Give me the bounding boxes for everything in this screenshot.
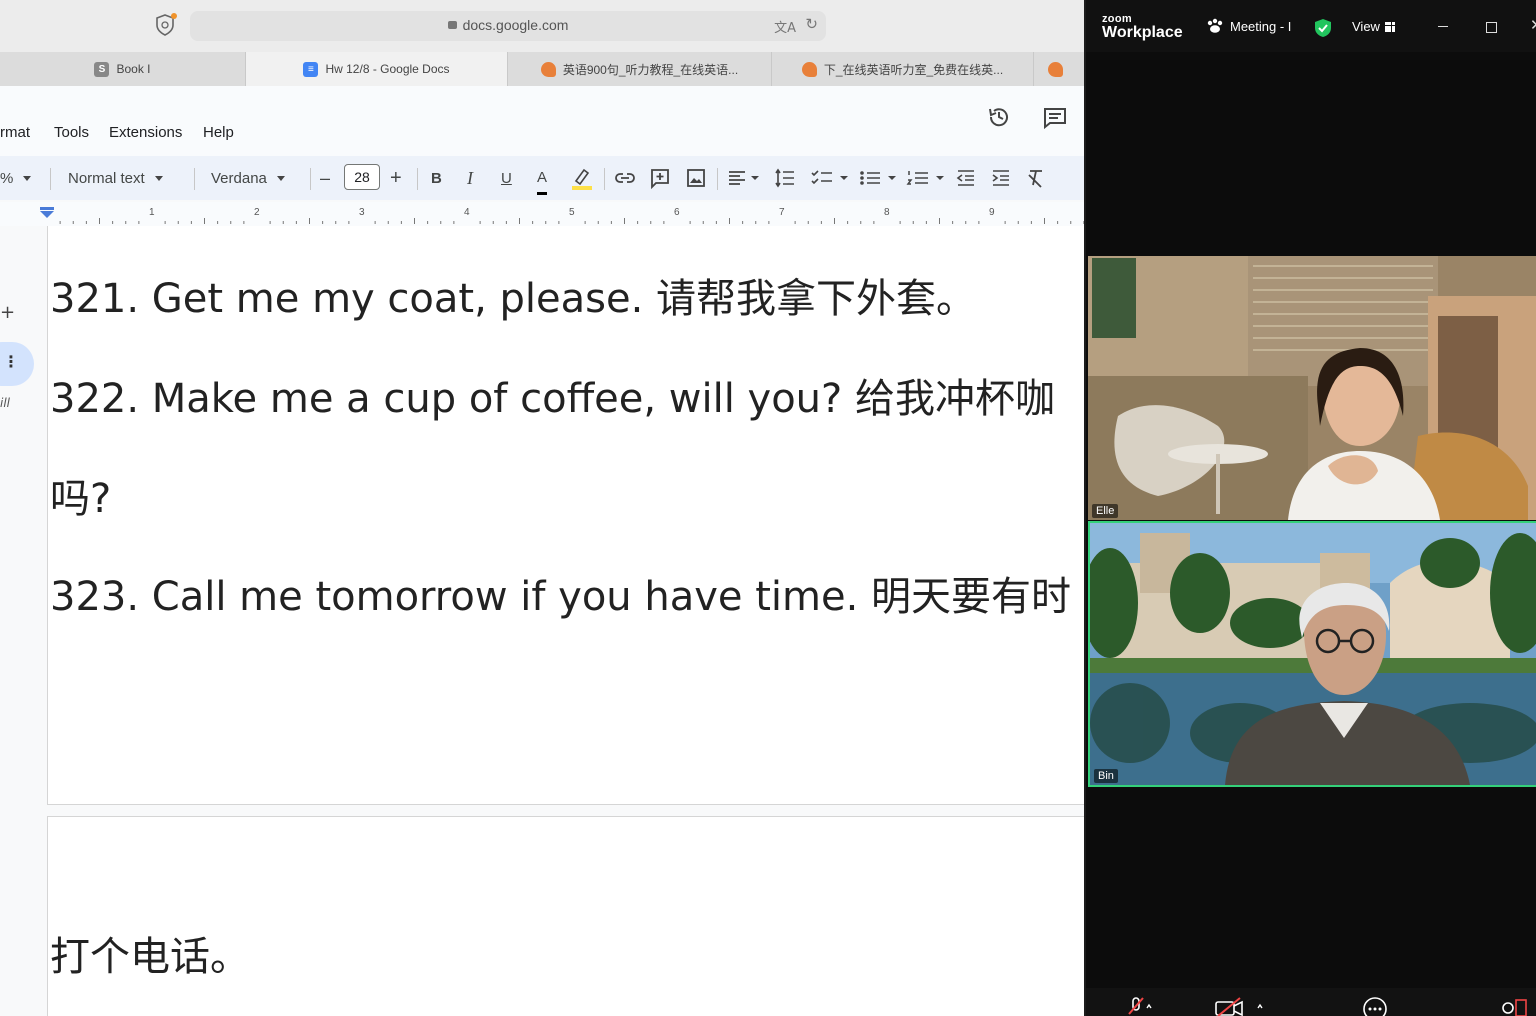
paragraph-style-select[interactable]: Normal text bbox=[68, 156, 163, 200]
translate-icon[interactable]: 文A bbox=[774, 17, 796, 36]
zoom-window: zoom Workplace Meeting - I View ✕ bbox=[1084, 0, 1536, 1016]
increase-font-size-button[interactable]: + bbox=[390, 156, 402, 200]
participant-video bbox=[1090, 523, 1536, 785]
font-select[interactable]: Verdana bbox=[211, 156, 285, 200]
meeting-info-button[interactable]: Meeting - I bbox=[1206, 18, 1291, 34]
docs-icon: ≡ bbox=[303, 61, 319, 77]
tab-strip: S Book I ≡ Hw 12/8 - Google Docs 英语900句_… bbox=[0, 52, 1084, 87]
ruler-number: 5 bbox=[569, 207, 575, 218]
add-tab-button[interactable]: + bbox=[0, 302, 15, 323]
ruler-number: 4 bbox=[464, 207, 470, 218]
font-size-input[interactable]: 28 bbox=[344, 164, 380, 190]
bird-icon bbox=[540, 61, 556, 77]
ruler-number: 6 bbox=[674, 207, 680, 218]
grid-icon bbox=[1384, 22, 1395, 32]
comments-icon[interactable] bbox=[1042, 106, 1068, 130]
participant-video bbox=[1088, 256, 1536, 520]
close-button[interactable]: ✕ bbox=[1530, 16, 1536, 34]
more-options-icon[interactable]: ⋮ bbox=[3, 352, 19, 371]
docs-header bbox=[0, 86, 1084, 156]
tab-more[interactable] bbox=[1034, 52, 1084, 86]
tab-hw-google-docs[interactable]: ≡ Hw 12/8 - Google Docs bbox=[246, 52, 508, 86]
increase-indent-icon[interactable] bbox=[990, 167, 1012, 189]
menu-help[interactable]: Help bbox=[203, 124, 234, 141]
stop-video-icon[interactable] bbox=[1214, 996, 1264, 1016]
leave-meeting-icon[interactable] bbox=[1498, 996, 1528, 1016]
reload-icon[interactable]: ↻ bbox=[805, 15, 818, 33]
doc-line-321[interactable]: 321. Get me my coat, please. 请帮我拿下外套。 bbox=[50, 266, 976, 324]
tab-label: 英语900句_听力教程_在线英语... bbox=[562, 62, 739, 77]
decrease-indent-icon[interactable] bbox=[955, 167, 977, 189]
video-tile-elle[interactable]: Elle bbox=[1088, 256, 1536, 520]
browser-window: docs.google.com 文A ↻ S Book I ≡ Hw 12/8 … bbox=[0, 0, 1084, 1016]
mute-microphone-icon[interactable] bbox=[1126, 996, 1152, 1016]
numbered-list-icon[interactable] bbox=[906, 167, 946, 189]
tab-english-listening[interactable]: 下_在线英语听力室_免费在线英... bbox=[772, 52, 1034, 86]
participants-icon bbox=[1207, 18, 1223, 33]
underline-button[interactable]: U bbox=[501, 156, 512, 200]
tab-label: Book I bbox=[116, 62, 151, 76]
version-history-icon[interactable] bbox=[986, 104, 1012, 130]
doc-line-322-continued[interactable]: 吗? bbox=[50, 466, 111, 524]
docs-toolbar: % Normal text Verdana – + B I U A bbox=[0, 156, 1084, 200]
checklist-icon[interactable] bbox=[810, 167, 850, 189]
align-left-icon[interactable] bbox=[727, 167, 761, 189]
ruler-number: 7 bbox=[779, 207, 785, 218]
participant-name: Bin bbox=[1094, 769, 1118, 783]
tab-book[interactable]: S Book I bbox=[0, 52, 246, 86]
zoom-select[interactable]: % bbox=[0, 156, 32, 200]
menu-format[interactable]: rmat bbox=[0, 124, 30, 141]
ruler: 1 2 3 4 5 6 7 8 9 bbox=[0, 202, 1084, 227]
view-button[interactable]: View bbox=[1352, 19, 1395, 34]
ruler-number: 8 bbox=[884, 207, 890, 218]
minimize-button[interactable] bbox=[1438, 26, 1448, 27]
clear-formatting-icon[interactable] bbox=[1025, 167, 1047, 189]
doc-line-323[interactable]: 323. Call me tomorrow if you have time. … bbox=[50, 564, 1071, 622]
more-icon[interactable] bbox=[1362, 996, 1388, 1016]
document-page[interactable] bbox=[47, 816, 1084, 1016]
ruler-scale bbox=[40, 207, 1084, 224]
url-text: docs.google.com bbox=[462, 17, 569, 33]
doc-line-322[interactable]: 322. Make me a cup of coffee, will you? … bbox=[50, 366, 1055, 424]
bulleted-list-icon[interactable] bbox=[858, 167, 898, 189]
chevron-down-icon bbox=[276, 175, 285, 181]
privacy-shield-icon[interactable] bbox=[152, 12, 178, 38]
indent-marker-icon[interactable] bbox=[40, 211, 54, 218]
tab-label: 下_在线英语听力室_免费在线英... bbox=[823, 62, 1004, 77]
encryption-shield-icon[interactable] bbox=[1314, 18, 1332, 38]
doc-line-323-continued[interactable]: 打个电话。 bbox=[50, 924, 250, 982]
ruler-number: 9 bbox=[989, 207, 995, 218]
outline-text: ill bbox=[0, 396, 11, 410]
menu-tools[interactable]: Tools bbox=[54, 124, 89, 141]
chevron-down-icon bbox=[23, 175, 32, 181]
menu-extensions[interactable]: Extensions bbox=[109, 124, 182, 141]
bird-icon bbox=[1048, 61, 1063, 77]
bird-icon bbox=[801, 61, 817, 77]
text-color-button[interactable]: A bbox=[537, 162, 548, 195]
link-icon[interactable] bbox=[614, 167, 636, 189]
lock-icon bbox=[447, 21, 457, 29]
s-icon: S bbox=[94, 61, 110, 77]
maximize-button[interactable] bbox=[1486, 22, 1497, 33]
ruler-number: 3 bbox=[359, 207, 365, 218]
italic-button[interactable]: I bbox=[467, 156, 473, 200]
insert-image-icon[interactable] bbox=[685, 167, 707, 189]
ruler-number: 1 bbox=[149, 207, 155, 218]
bold-button[interactable]: B bbox=[431, 156, 442, 200]
tab-english-900[interactable]: 英语900句_听力教程_在线英语... bbox=[508, 52, 772, 86]
chevron-down-icon bbox=[154, 175, 163, 181]
ruler-number: 2 bbox=[254, 207, 260, 218]
decrease-font-size-button[interactable]: – bbox=[320, 156, 330, 200]
zoom-logo: zoom Workplace bbox=[1102, 13, 1183, 41]
line-spacing-icon[interactable] bbox=[774, 167, 796, 189]
tab-label: Hw 12/8 - Google Docs bbox=[325, 62, 450, 76]
video-tile-bin[interactable]: Bin bbox=[1088, 521, 1536, 787]
highlight-color-icon[interactable] bbox=[570, 166, 594, 190]
url-field[interactable]: docs.google.com 文A ↻ bbox=[190, 11, 826, 41]
participant-name: Elle bbox=[1092, 504, 1119, 518]
zoom-control-bar bbox=[1086, 988, 1536, 1016]
add-comment-icon[interactable] bbox=[649, 167, 671, 189]
address-bar-row: docs.google.com 文A ↻ bbox=[0, 0, 1084, 52]
zoom-title-bar: zoom Workplace Meeting - I View ✕ bbox=[1086, 0, 1536, 52]
